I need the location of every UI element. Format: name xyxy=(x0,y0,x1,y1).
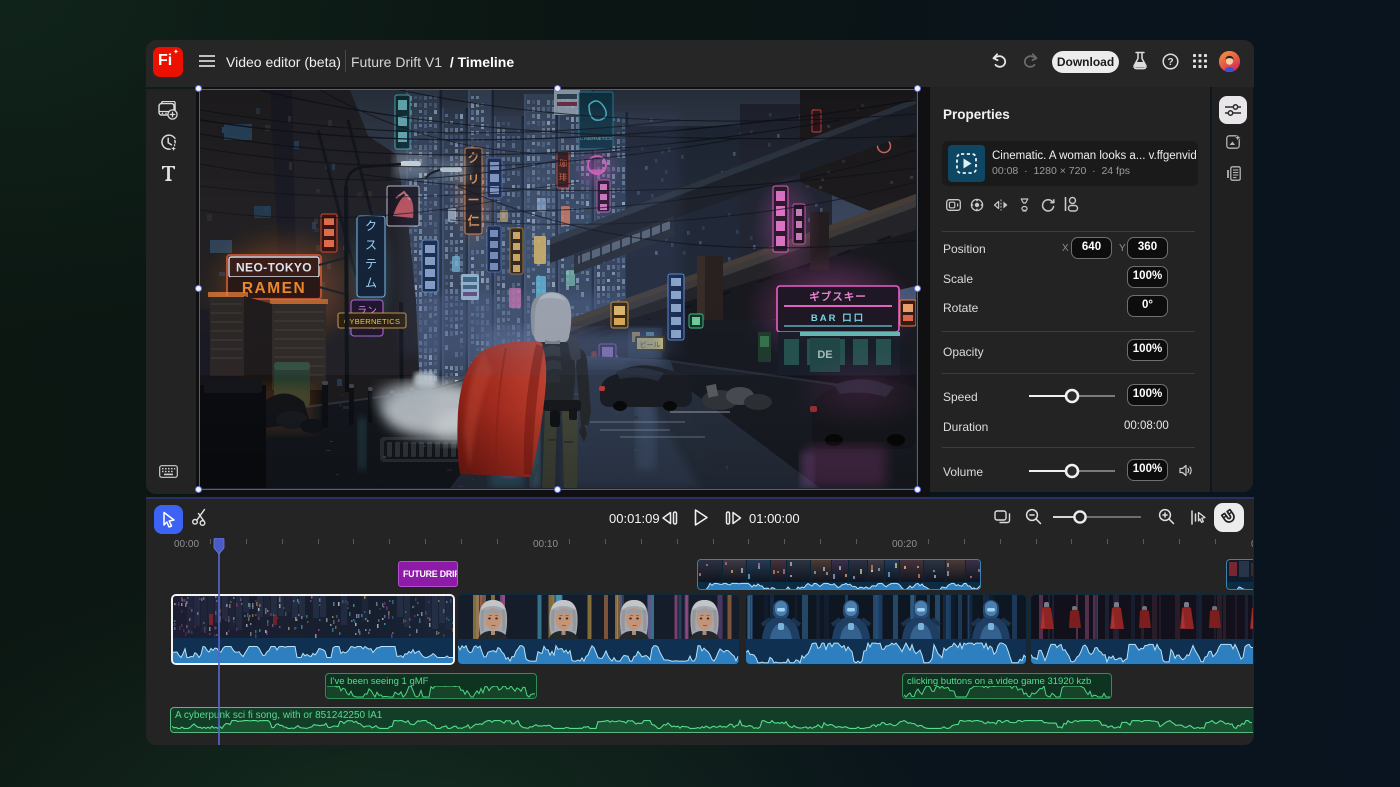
svg-text:?: ? xyxy=(1167,57,1173,68)
